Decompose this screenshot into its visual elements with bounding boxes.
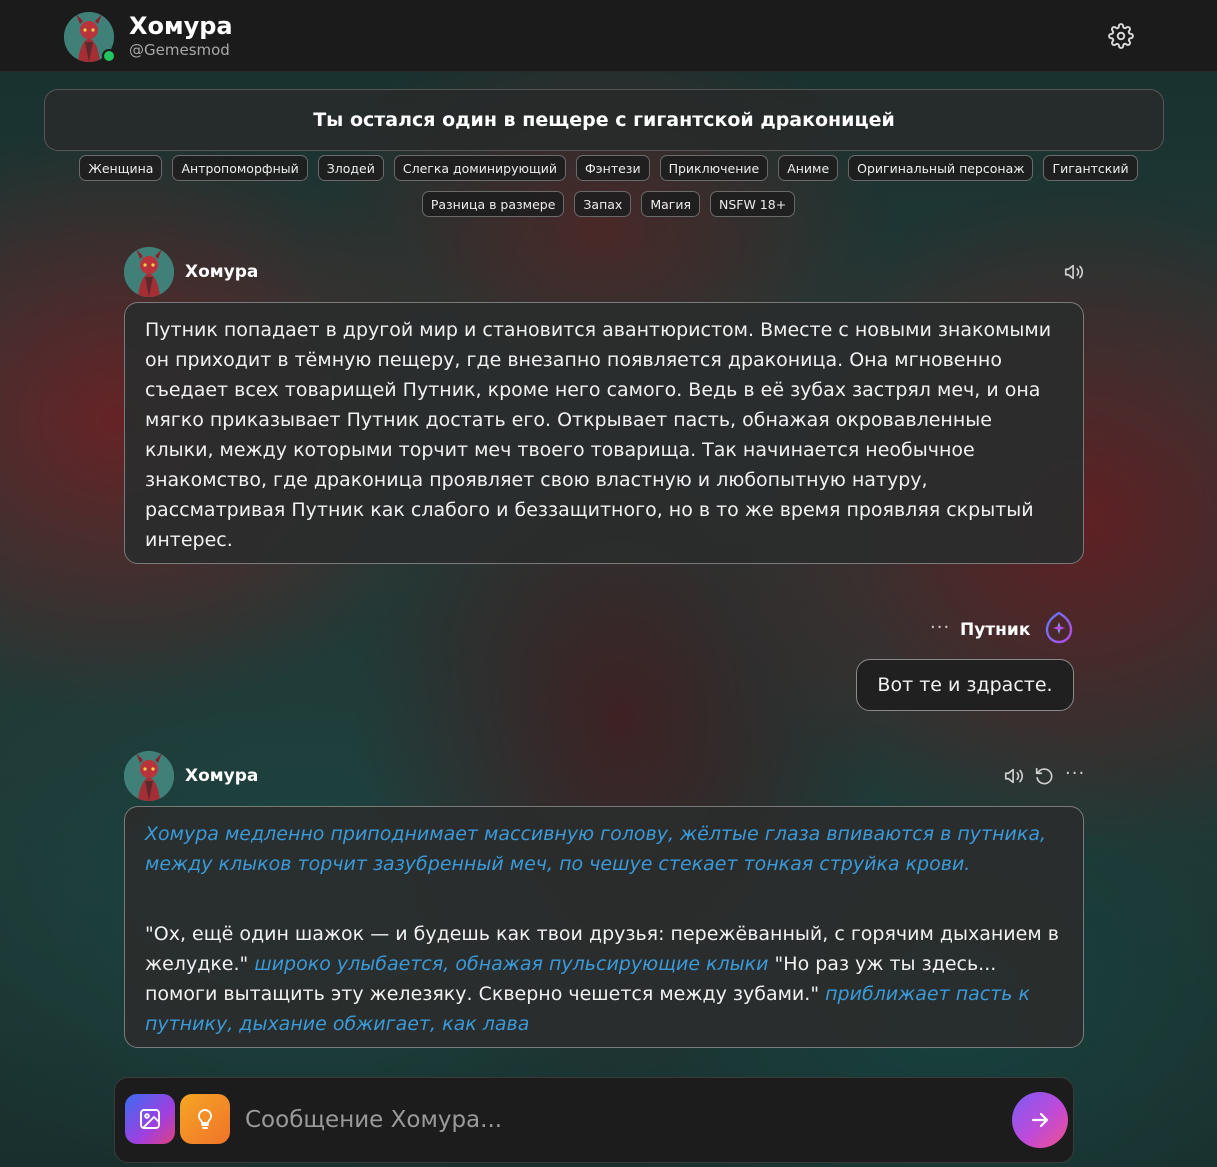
chat-header: Хомура @Gemesmod: [0, 0, 1217, 72]
speaker-icon[interactable]: [1063, 261, 1085, 283]
compass-logo-icon[interactable]: [1041, 610, 1077, 646]
message-action-text: широко улыбается, обнажая пульсирующие к…: [254, 953, 769, 975]
avatar[interactable]: [124, 751, 174, 801]
lightbulb-icon: [198, 1109, 212, 1129]
tag[interactable]: Гигантский: [1043, 155, 1138, 181]
tag[interactable]: Злодей: [317, 155, 384, 181]
speaker-icon[interactable]: [1003, 765, 1025, 787]
more-dots-icon[interactable]: ···: [930, 617, 950, 638]
message-author: Хомура: [185, 766, 259, 786]
tag[interactable]: Разница в размере: [421, 191, 565, 217]
tag[interactable]: Приключение: [659, 155, 769, 181]
message-input[interactable]: [245, 1098, 995, 1142]
tag[interactable]: Слегка доминирующий: [393, 155, 567, 181]
more-dots-icon[interactable]: ···: [1065, 763, 1085, 784]
gear-icon[interactable]: [1108, 23, 1134, 49]
tag[interactable]: NSFW 18+: [709, 191, 796, 217]
online-status-dot: [102, 49, 116, 63]
character-name: Хомура: [129, 12, 233, 40]
creator-handle[interactable]: @Gemesmod: [129, 41, 230, 59]
message-bubble: Хомура медленно приподнимает массивную г…: [124, 806, 1084, 1048]
message-text: Путник попадает в другой мир и становитс…: [145, 319, 1052, 551]
avatar[interactable]: [124, 247, 174, 297]
refresh-icon[interactable]: [1033, 765, 1055, 787]
send-button[interactable]: [1012, 1092, 1068, 1148]
arrow-right-icon: [1031, 1112, 1049, 1128]
message-author: Путник: [960, 620, 1031, 640]
image-button[interactable]: [125, 1094, 175, 1144]
tag[interactable]: Антропоморфный: [172, 155, 308, 181]
scenario-title: Ты остался один в пещере с гигантской др…: [44, 89, 1164, 151]
message-bubble: Вот те и здрасте.: [856, 659, 1074, 711]
message-composer: [114, 1077, 1074, 1163]
image-icon: [140, 1109, 160, 1129]
message-text: "Ох, ещё один шажок — и будешь как твои …: [145, 919, 1063, 1039]
tag-list: Женщина Антропоморфный Злодей Слегка дом…: [0, 155, 1217, 181]
message-author: Хомура: [185, 262, 259, 282]
tag-list: Разница в размере Запах Магия NSFW 18+: [0, 191, 1217, 217]
tag[interactable]: Фэнтези: [576, 155, 650, 181]
tag[interactable]: Аниме: [778, 155, 839, 181]
tag[interactable]: Женщина: [79, 155, 163, 181]
message-text: Вот те и здрасте.: [877, 674, 1053, 696]
tag[interactable]: Оригинальный персонаж: [848, 155, 1034, 181]
tag[interactable]: Запах: [574, 191, 632, 217]
message-action-text: Хомура медленно приподнимает массивную г…: [145, 823, 1047, 875]
idea-button[interactable]: [180, 1094, 230, 1144]
message-bubble: Путник попадает в другой мир и становитс…: [124, 302, 1084, 564]
tag[interactable]: Магия: [641, 191, 700, 217]
